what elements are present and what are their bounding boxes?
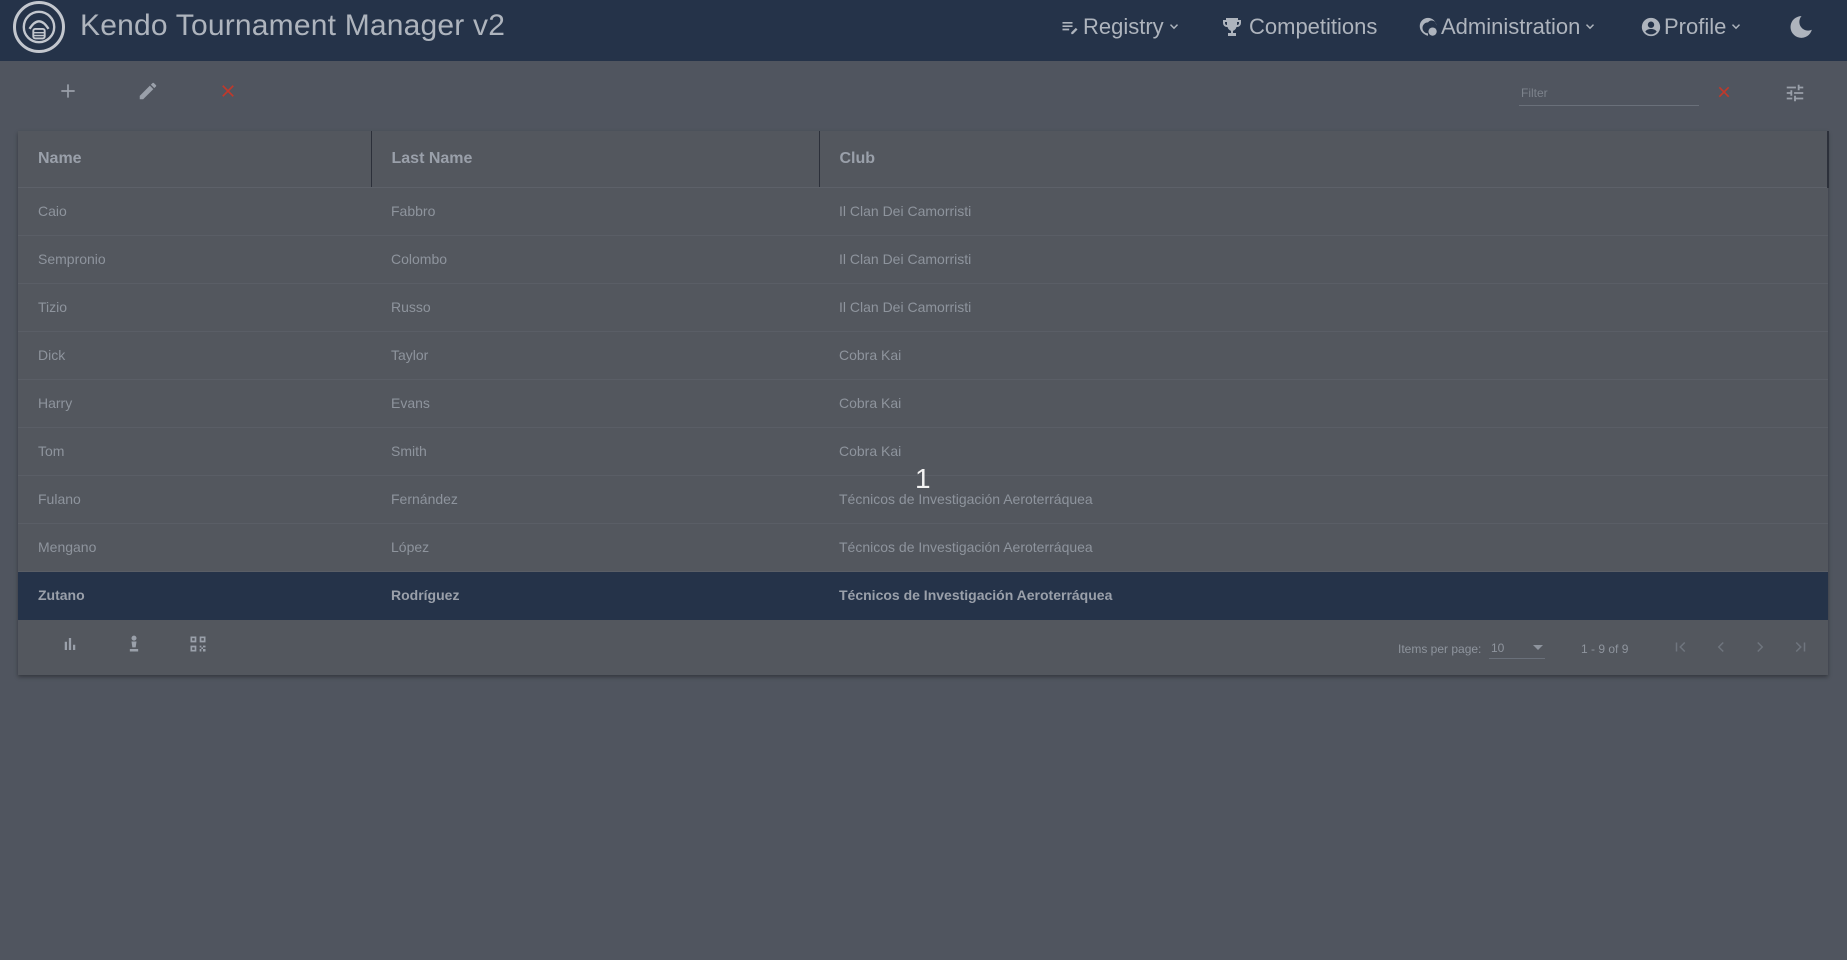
- overlay-marker: 1: [915, 463, 931, 494]
- admin-shield-icon: [1419, 17, 1437, 36]
- qr-code-button[interactable]: [185, 631, 211, 657]
- nav-administration-label: Administration: [1441, 14, 1581, 39]
- cell-club: Cobra Kai: [819, 331, 1828, 380]
- nav-competitions-label: Competitions: [1249, 14, 1378, 39]
- table-row[interactable]: Sempronio Colombo Il Clan Dei Camorristi: [18, 235, 1828, 284]
- top-navigation-bar: Kendo Tournament Manager v2 Registry Com…: [0, 0, 1847, 61]
- cell-club: Técnicos de Investigación Aeroterráquea: [819, 475, 1828, 524]
- clear-filter-button[interactable]: [1713, 81, 1735, 103]
- next-page-button[interactable]: [1749, 636, 1771, 658]
- items-per-page-select[interactable]: 10: [1489, 637, 1545, 659]
- participants-table: Name Last Name Club Caio Fabbro Il Clan …: [18, 131, 1829, 620]
- cell-last-name: Colombo: [371, 235, 819, 284]
- dropdown-arrow-icon: [1533, 645, 1543, 650]
- moon-icon: [1790, 16, 1812, 38]
- cell-last-name: Fabbro: [371, 187, 819, 236]
- column-header-last-name[interactable]: Last Name: [371, 131, 820, 188]
- cell-name: Fulano: [18, 475, 371, 524]
- cell-last-name: López: [371, 523, 819, 572]
- page-range-label: 1 - 9 of 9: [1581, 642, 1629, 656]
- plus-icon: [61, 84, 75, 98]
- chevron-left-icon: [1717, 641, 1724, 653]
- filter-field[interactable]: [1519, 82, 1699, 106]
- close-icon: [1718, 86, 1730, 98]
- table-header-row: Name Last Name Club: [18, 131, 1829, 188]
- kendo-mask-icon: [22, 10, 56, 44]
- chess-pawn-icon: [129, 635, 139, 652]
- close-icon: [222, 85, 234, 97]
- nav-registry-menu[interactable]: Registry: [1060, 12, 1181, 42]
- delete-button[interactable]: [213, 76, 243, 106]
- cell-name: Harry: [18, 379, 371, 428]
- table-row[interactable]: Mengano López Técnicos de Investigación …: [18, 523, 1828, 572]
- table-footer: Items per page: 10 1 - 9 of 9: [18, 619, 1828, 675]
- cell-name: Sempronio: [18, 235, 371, 284]
- statistics-button[interactable]: [57, 631, 83, 657]
- chevron-down-icon: [1169, 24, 1178, 30]
- theme-toggle-button[interactable]: [1788, 14, 1814, 40]
- last-page-button[interactable]: [1789, 636, 1811, 658]
- nav-competitions-link[interactable]: Competitions: [1220, 12, 1377, 42]
- chevron-down-icon: [1586, 24, 1595, 30]
- table-row[interactable]: Dick Taylor Cobra Kai: [18, 331, 1828, 380]
- cell-club: Cobra Kai: [819, 427, 1828, 476]
- add-button[interactable]: [53, 76, 83, 106]
- nav-profile-menu[interactable]: Profile: [1640, 12, 1743, 42]
- cell-last-name: Taylor: [371, 331, 819, 380]
- list-edit-icon: [1062, 22, 1078, 35]
- cell-club: Técnicos de Investigación Aeroterráquea: [819, 571, 1828, 620]
- app-logo[interactable]: [13, 1, 65, 53]
- last-page-icon: [1795, 641, 1806, 653]
- bar-chart-icon: [64, 638, 76, 650]
- cell-name: Dick: [18, 331, 371, 380]
- table-row[interactable]: Caio Fabbro Il Clan Dei Camorristi: [18, 187, 1828, 236]
- app-title: Kendo Tournament Manager v2: [80, 9, 506, 42]
- items-per-page-value: 10: [1491, 641, 1505, 655]
- column-settings-button[interactable]: [1782, 80, 1808, 106]
- trophy-icon: [1223, 18, 1241, 36]
- account-circle-icon: [1641, 17, 1661, 37]
- cell-last-name: Smith: [371, 427, 819, 476]
- cell-last-name: Fernández: [371, 475, 819, 524]
- cell-name: Mengano: [18, 523, 371, 572]
- qr-code-icon: [190, 636, 206, 652]
- cell-name: Caio: [18, 187, 371, 236]
- tune-icon: [1786, 84, 1804, 102]
- edit-button[interactable]: [133, 76, 163, 106]
- chevron-right-icon: [1757, 641, 1764, 653]
- participants-table-card: Name Last Name Club Caio Fabbro Il Clan …: [18, 131, 1829, 675]
- table-row-selected[interactable]: Zutano Rodríguez Técnicos de Investigaci…: [18, 571, 1828, 620]
- cell-last-name: Rodríguez: [371, 571, 819, 620]
- pencil-icon: [139, 82, 157, 100]
- cell-club: Técnicos de Investigación Aeroterráquea: [819, 523, 1828, 572]
- cell-last-name: Evans: [371, 379, 819, 428]
- filter-input[interactable]: [1519, 82, 1699, 104]
- first-page-icon: [1675, 641, 1686, 653]
- previous-page-button[interactable]: [1710, 636, 1732, 658]
- cell-name: Tom: [18, 427, 371, 476]
- first-page-button[interactable]: [1670, 636, 1692, 658]
- cell-name: Zutano: [18, 571, 371, 620]
- cell-club: Il Clan Dei Camorristi: [819, 235, 1828, 284]
- cell-name: Tizio: [18, 283, 371, 332]
- chevron-down-icon: [1732, 24, 1741, 30]
- nav-profile-label: Profile: [1664, 14, 1727, 39]
- table-row[interactable]: Harry Evans Cobra Kai: [18, 379, 1828, 428]
- nav-registry-label: Registry: [1083, 14, 1164, 39]
- cell-club: Il Clan Dei Camorristi: [819, 283, 1828, 332]
- table-row[interactable]: Tizio Russo Il Clan Dei Camorristi: [18, 283, 1828, 332]
- column-header-club[interactable]: Club: [819, 131, 1829, 188]
- cell-club: Cobra Kai: [819, 379, 1828, 428]
- items-per-page-label: Items per page:: [1398, 642, 1482, 656]
- column-header-name[interactable]: Name: [18, 131, 372, 188]
- cell-club: Il Clan Dei Camorristi: [819, 187, 1828, 236]
- nav-administration-menu[interactable]: Administration: [1417, 12, 1597, 42]
- cell-last-name: Russo: [371, 283, 819, 332]
- fighter-button[interactable]: [121, 631, 147, 657]
